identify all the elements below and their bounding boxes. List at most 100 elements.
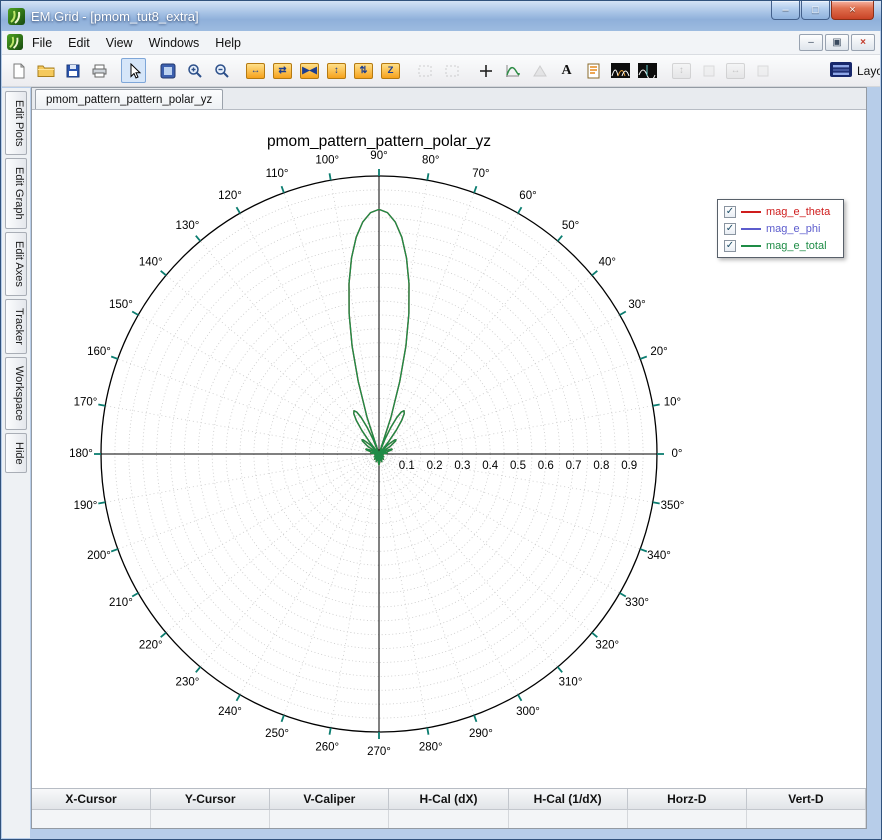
svg-text:280°: 280° <box>419 742 443 754</box>
maximize-button[interactable]: □ <box>801 1 830 20</box>
legend-item-mag_e_phi[interactable]: ✓mag_e_phi <box>718 220 843 237</box>
minimize-button[interactable]: – <box>771 1 800 20</box>
fit-horizontal-view-icon: ↔ <box>726 63 745 79</box>
legend-label: mag_e_total <box>766 240 827 252</box>
expand-vertical-icon: ⇅ <box>354 63 373 79</box>
svg-text:100°: 100° <box>315 155 339 167</box>
zoom-out-button[interactable] <box>209 58 234 83</box>
tab-pmom-pattern-pattern-polar-yz[interactable]: pmom_pattern_pattern_polar_yz <box>35 89 223 109</box>
select-region-alt-button <box>439 58 464 83</box>
zoom-window-button[interactable] <box>155 58 180 83</box>
svg-text:70°: 70° <box>472 168 489 180</box>
svg-text:230°: 230° <box>176 676 200 688</box>
mdi-restore-button[interactable]: ▣ <box>825 34 849 51</box>
open-file-button[interactable] <box>33 58 58 83</box>
svg-text:250°: 250° <box>265 728 289 740</box>
side-tab-hide[interactable]: Hide <box>5 433 27 474</box>
chart-title: pmom_pattern_pattern_polar_yz <box>267 133 491 150</box>
menu-edit[interactable]: Edit <box>60 32 98 54</box>
plot-area[interactable]: 0°10°20°30°40°50°60°70°80°90°100°110°120… <box>32 110 866 788</box>
svg-text:0.4: 0.4 <box>482 460 499 472</box>
save-file-icon <box>65 63 81 79</box>
legend-item-mag_e_theta[interactable]: ✓ mag_e_theta <box>718 203 843 220</box>
legend-checkbox-mag_e_phi[interactable]: ✓ <box>724 223 736 235</box>
readout-header-h-cal-dx-: H-Cal (dX) <box>389 789 508 810</box>
zoom-window-icon <box>160 63 176 79</box>
svg-text:210°: 210° <box>109 597 133 609</box>
autoscale-icon: Z <box>381 63 400 79</box>
readout-value-1 <box>151 810 270 828</box>
menu-view[interactable]: View <box>98 32 141 54</box>
expand-horizontal-icon: ⇄ <box>273 63 292 79</box>
zoom-in-button[interactable] <box>182 58 207 83</box>
menu-help[interactable]: Help <box>207 32 249 54</box>
side-tab-edit-plots[interactable]: Edit Plots <box>5 91 27 155</box>
svg-text:0.3: 0.3 <box>454 460 470 472</box>
legend-checkbox-mag_e_total[interactable]: ✓ <box>724 240 736 252</box>
titlebar[interactable]: EM.Grid - [pmom_tut8_extra] –□× <box>1 1 881 31</box>
svg-text:190°: 190° <box>74 500 98 512</box>
side-tab-edit-graph[interactable]: Edit Graph <box>5 158 27 229</box>
mdi-minimize-button[interactable]: – <box>799 34 823 51</box>
legend-item-mag_e_total[interactable]: ✓ mag_e_total <box>718 237 843 254</box>
svg-text:60°: 60° <box>519 190 536 202</box>
svg-text:170°: 170° <box>74 396 98 408</box>
mdi-close-button[interactable]: × <box>851 34 875 51</box>
svg-text:150°: 150° <box>109 299 133 311</box>
svg-text:220°: 220° <box>139 640 163 652</box>
plot-style-1-button[interactable] <box>608 58 633 83</box>
close-button[interactable]: × <box>831 1 874 20</box>
open-file-icon <box>37 63 55 78</box>
menu-file[interactable]: File <box>24 32 60 54</box>
window-title: EM.Grid - [pmom_tut8_extra] <box>31 9 199 24</box>
marker-button <box>527 58 552 83</box>
layout-button[interactable]: Layout <box>830 62 880 80</box>
fit-height-button[interactable]: ↕ <box>324 58 349 83</box>
legend: ✓mag_e_theta✓mag_e_phi✓mag_e_total <box>717 199 844 258</box>
svg-text:310°: 310° <box>559 676 583 688</box>
svg-text:0.9: 0.9 <box>621 460 637 472</box>
cursor-readout-bar: X-CursorY-CursorV-CaliperH-Cal (dX)H-Cal… <box>32 788 866 828</box>
side-tab-edit-axes[interactable]: Edit Axes <box>5 232 27 296</box>
edit-curve-button[interactable] <box>500 58 525 83</box>
readout-value-6 <box>747 810 866 828</box>
pointer-tool-icon <box>126 63 142 79</box>
toolbar-buttons: ↔⇄▶◀↕⇅ZA↕↔ <box>5 58 776 83</box>
autoscale-button[interactable]: Z <box>378 58 403 83</box>
svg-text:0.2: 0.2 <box>427 460 443 472</box>
svg-text:290°: 290° <box>469 728 493 740</box>
svg-text:320°: 320° <box>595 640 619 652</box>
side-tab-tracker[interactable]: Tracker <box>5 299 27 354</box>
crosshair-button[interactable] <box>473 58 498 83</box>
save-file-button[interactable] <box>60 58 85 83</box>
legend-label: mag_e_theta <box>766 206 830 218</box>
menubar: FileEditViewWindowsHelp –▣× <box>2 31 880 55</box>
caption-buttons: –□× <box>771 1 874 20</box>
expand-horizontal-button[interactable]: ⇄ <box>270 58 295 83</box>
annotations-icon <box>586 63 602 79</box>
readout-value-4 <box>509 810 628 828</box>
shrink-horizontal-button[interactable]: ▶◀ <box>297 58 322 83</box>
v-spacer-box-button <box>696 58 721 83</box>
svg-text:140°: 140° <box>139 256 163 268</box>
pointer-tool-button[interactable] <box>121 58 146 83</box>
print-button[interactable] <box>87 58 112 83</box>
side-tab-workspace[interactable]: Workspace <box>5 357 27 430</box>
menu-windows[interactable]: Windows <box>141 32 208 54</box>
annotations-button[interactable] <box>581 58 606 83</box>
svg-text:330°: 330° <box>625 597 649 609</box>
svg-text:80°: 80° <box>422 155 439 167</box>
legend-checkbox-mag_e_theta[interactable]: ✓ <box>724 206 736 218</box>
side-tab-strip: Edit Plots Edit Graph Edit Axes Tracker Work… <box>2 88 30 838</box>
add-text-button[interactable]: A <box>554 58 579 83</box>
new-file-icon <box>11 63 27 79</box>
expand-vertical-button[interactable]: ⇅ <box>351 58 376 83</box>
plot-style-2-button[interactable] <box>635 58 660 83</box>
fit-width-button[interactable]: ↔ <box>243 58 268 83</box>
svg-text:0.1: 0.1 <box>399 460 415 472</box>
readout-header-x-cursor: X-Cursor <box>32 789 151 810</box>
svg-text:120°: 120° <box>218 190 242 202</box>
readout-value-0 <box>32 810 151 828</box>
select-region-icon <box>417 63 433 79</box>
new-file-button[interactable] <box>6 58 31 83</box>
